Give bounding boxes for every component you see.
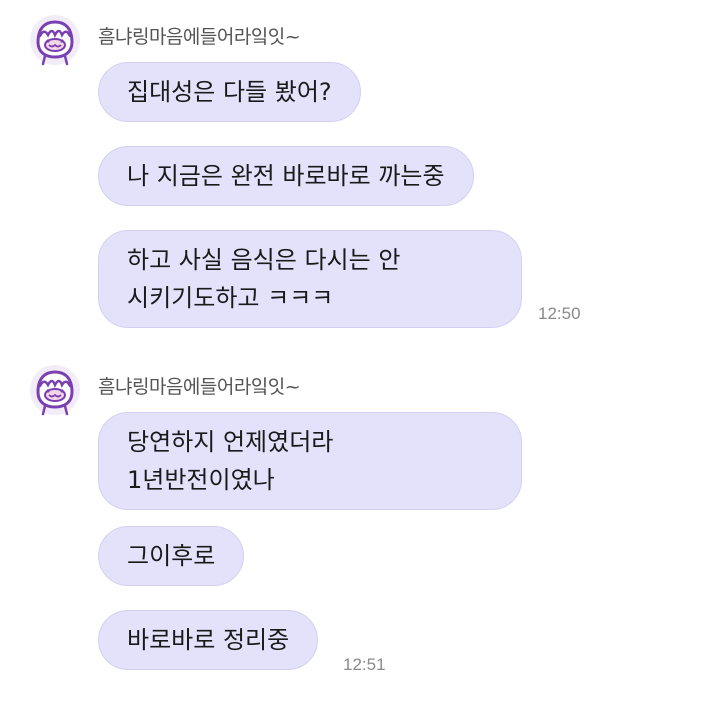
- message-text: 집대성은 다들 봤어?: [127, 78, 332, 106]
- message-text: 시키기도하고 ㅋㅋㅋ: [127, 284, 334, 312]
- pudding-character-icon: [30, 365, 80, 416]
- sender-name: 흠냐링마음에들어라잌잇~: [98, 26, 301, 48]
- pudding-character-icon: [30, 15, 80, 66]
- message-text: 당연하지 언제였더라: [127, 428, 334, 456]
- message-text: 나 지금은 완전 바로바로 까는중: [127, 162, 445, 190]
- avatar[interactable]: [28, 362, 82, 418]
- sender-name: 흠냐링마음에들어라잌잇~: [98, 376, 301, 398]
- message-timestamp: 12:51: [343, 655, 386, 674]
- message-text: 1년반전이였나: [127, 466, 275, 494]
- message-text: 바로바로 정리중: [127, 626, 290, 654]
- message-bubble[interactable]: 그이후로: [98, 526, 245, 586]
- message-text: 그이후로: [127, 542, 216, 570]
- chat-view: 흠냐링마음에들어라잌잇~ 집대성은 다들 봤어? 나 지금은 완전 바로바로 까…: [0, 0, 720, 707]
- message-timestamp: 12:50: [538, 304, 581, 323]
- message-bubble[interactable]: 나 지금은 완전 바로바로 까는중: [98, 146, 474, 206]
- message-bubble[interactable]: 당연하지 언제였더라 1년반전이였나: [98, 412, 522, 510]
- message-bubble[interactable]: 집대성은 다들 봤어?: [98, 62, 361, 122]
- message-bubble[interactable]: 하고 사실 음식은 다시는 안 시키기도하고 ㅋㅋㅋ: [98, 230, 522, 328]
- message-text: 하고 사실 음식은 다시는 안: [127, 246, 401, 274]
- avatar[interactable]: [28, 12, 82, 68]
- message-bubble[interactable]: 바로바로 정리중: [98, 610, 319, 670]
